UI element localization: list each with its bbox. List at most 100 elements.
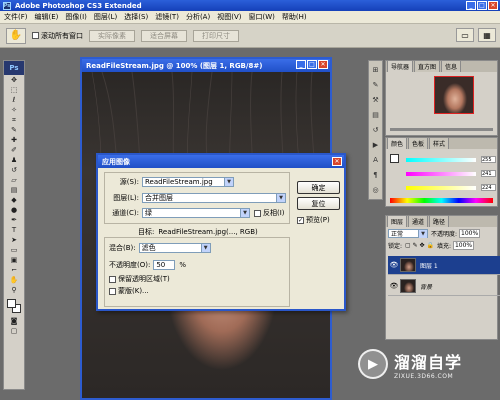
- navigator-preview[interactable]: [434, 76, 474, 114]
- type-tool-icon[interactable]: T: [4, 225, 24, 235]
- slice-tool-icon[interactable]: ✎: [4, 125, 24, 135]
- zoom-slider[interactable]: [390, 128, 493, 131]
- opacity-input[interactable]: 50: [153, 260, 176, 270]
- menu-file[interactable]: 文件(F): [4, 12, 28, 22]
- color-ramp[interactable]: [390, 198, 493, 203]
- screen-mode-icon[interactable]: ▢: [4, 326, 24, 336]
- tab-swatches[interactable]: 色板: [408, 137, 429, 149]
- dodge-tool-icon[interactable]: ●: [4, 205, 24, 215]
- red-slider[interactable]: [406, 157, 476, 163]
- move-tool-icon[interactable]: ✥: [4, 75, 24, 85]
- scroll-all-windows-checkbox[interactable]: 滚动所有窗口: [32, 31, 83, 41]
- brushes-dock-icon[interactable]: ✎: [369, 79, 382, 91]
- green-slider[interactable]: [406, 171, 476, 177]
- hand-tool-icon[interactable]: ✋: [4, 275, 24, 285]
- character-dock-icon[interactable]: A: [369, 154, 382, 166]
- tab-paths[interactable]: 路径: [429, 215, 450, 227]
- tab-layers[interactable]: 图层: [387, 215, 408, 227]
- blur-tool-icon[interactable]: ◆: [4, 195, 24, 205]
- clone-stamp-tool-icon[interactable]: ♟: [4, 155, 24, 165]
- gradient-tool-icon[interactable]: ▤: [4, 185, 24, 195]
- tab-histogram[interactable]: 直方图: [414, 60, 441, 72]
- foreground-color-swatch[interactable]: [7, 299, 16, 308]
- menu-help[interactable]: 帮助(H): [282, 12, 307, 22]
- ok-button[interactable]: 确定: [297, 181, 340, 194]
- doc-minimize-button[interactable]: _: [296, 60, 306, 69]
- zoom-tool-icon[interactable]: ⚲: [4, 285, 24, 295]
- menu-filter[interactable]: 滤镜(T): [155, 12, 179, 22]
- blue-slider[interactable]: [406, 185, 476, 191]
- preserve-transparency-checkbox[interactable]: [109, 275, 116, 283]
- doc-maximize-button[interactable]: □: [307, 60, 317, 69]
- hand-tool-preset-icon[interactable]: ✋: [6, 27, 26, 44]
- close-button[interactable]: ✕: [488, 1, 498, 10]
- tab-navigator[interactable]: 导航器: [387, 60, 414, 72]
- paragraph-dock-icon[interactable]: ¶: [369, 169, 382, 181]
- tool-presets-dock-icon[interactable]: ⚒: [369, 94, 382, 106]
- menu-window[interactable]: 窗口(W): [248, 12, 274, 22]
- layer-select[interactable]: 合并图层 ▼: [142, 193, 286, 203]
- eyedropper-tool-icon[interactable]: ⌐: [4, 265, 24, 275]
- layer-row-layer1[interactable]: 👁 图层 1: [388, 256, 500, 275]
- mask-checkbox[interactable]: [109, 287, 116, 295]
- color-swatches[interactable]: [4, 298, 24, 316]
- path-selection-tool-icon[interactable]: ➤: [4, 235, 24, 245]
- magic-wand-tool-icon[interactable]: ✧: [4, 105, 24, 115]
- invert-checkbox[interactable]: [254, 209, 261, 217]
- eraser-tool-icon[interactable]: ▱: [4, 175, 24, 185]
- fit-screen-button[interactable]: 适合屏幕: [141, 29, 187, 42]
- blending-select[interactable]: 滤色 ▼: [138, 243, 211, 253]
- print-size-button[interactable]: 打印尺寸: [193, 29, 239, 42]
- marquee-tool-icon[interactable]: ⬚: [4, 85, 24, 95]
- layer-blend-mode-select[interactable]: 正常 ▼: [388, 229, 428, 238]
- tab-styles[interactable]: 样式: [429, 137, 450, 149]
- history-brush-tool-icon[interactable]: ↺: [4, 165, 24, 175]
- navigator-dock-icon[interactable]: ⊞: [369, 64, 382, 76]
- healing-brush-tool-icon[interactable]: ✚: [4, 135, 24, 145]
- red-value[interactable]: 255: [481, 156, 496, 163]
- actions-dock-icon[interactable]: ▶: [369, 139, 382, 151]
- doc-close-button[interactable]: ✕: [318, 60, 328, 69]
- history-dock-icon[interactable]: ↺: [369, 124, 382, 136]
- workspace-icon[interactable]: ▭: [456, 28, 474, 42]
- menu-select[interactable]: 选择(S): [124, 12, 148, 22]
- eye-icon[interactable]: 👁: [388, 282, 400, 290]
- shape-tool-icon[interactable]: ▭: [4, 245, 24, 255]
- brush-tool-icon[interactable]: ✐: [4, 145, 24, 155]
- opacity-unit: %: [179, 261, 186, 269]
- color-foreground-swatch[interactable]: [390, 154, 399, 163]
- channel-select[interactable]: 绿 ▼: [142, 208, 250, 218]
- blue-value[interactable]: 224: [481, 184, 496, 191]
- notes-tool-icon[interactable]: ▣: [4, 255, 24, 265]
- palette-well-icon[interactable]: ▦: [478, 28, 496, 42]
- crop-tool-icon[interactable]: ⌗: [4, 115, 24, 125]
- layer-row-background[interactable]: 👁 背景: [388, 277, 500, 296]
- eye-icon[interactable]: 👁: [388, 261, 400, 269]
- layer-comps-dock-icon[interactable]: ▤: [369, 109, 382, 121]
- menu-analysis[interactable]: 分析(A): [186, 12, 210, 22]
- pen-tool-icon[interactable]: ✒: [4, 215, 24, 225]
- minimize-button[interactable]: _: [466, 1, 476, 10]
- lock-icons[interactable]: ▢ ✎ ✥ 🔒: [405, 242, 434, 249]
- source-select[interactable]: ReadFileStream.jpg ▼: [142, 177, 234, 187]
- dialog-close-button[interactable]: ✕: [332, 157, 342, 166]
- menu-image[interactable]: 图像(I): [65, 12, 87, 22]
- maximize-button[interactable]: □: [477, 1, 487, 10]
- tab-color[interactable]: 颜色: [387, 137, 408, 149]
- menu-view[interactable]: 视图(V): [217, 12, 241, 22]
- actual-pixels-button[interactable]: 实际像素: [89, 29, 135, 42]
- tab-channels[interactable]: 通道: [408, 215, 429, 227]
- menu-edit[interactable]: 编辑(E): [35, 12, 59, 22]
- lasso-tool-icon[interactable]: ℓ: [4, 95, 24, 105]
- blending-group: 混合(B): 滤色 ▼ 不透明度(O): 50 % 保留透明区域(T) 蒙版(K…: [104, 237, 290, 307]
- green-value[interactable]: 241: [481, 170, 496, 177]
- fill-value[interactable]: 100%: [452, 241, 475, 250]
- preview-checkbox[interactable]: ✓: [297, 216, 304, 224]
- quick-mask-icon[interactable]: ◙: [4, 316, 24, 326]
- tab-info[interactable]: 信息: [441, 60, 462, 72]
- preview-label: 预览(P): [306, 216, 330, 224]
- reset-button[interactable]: 复位: [297, 197, 340, 210]
- clone-source-dock-icon[interactable]: ◎: [369, 184, 382, 196]
- layer-opacity-value[interactable]: 100%: [459, 229, 481, 238]
- menu-layer[interactable]: 图层(L): [94, 12, 117, 22]
